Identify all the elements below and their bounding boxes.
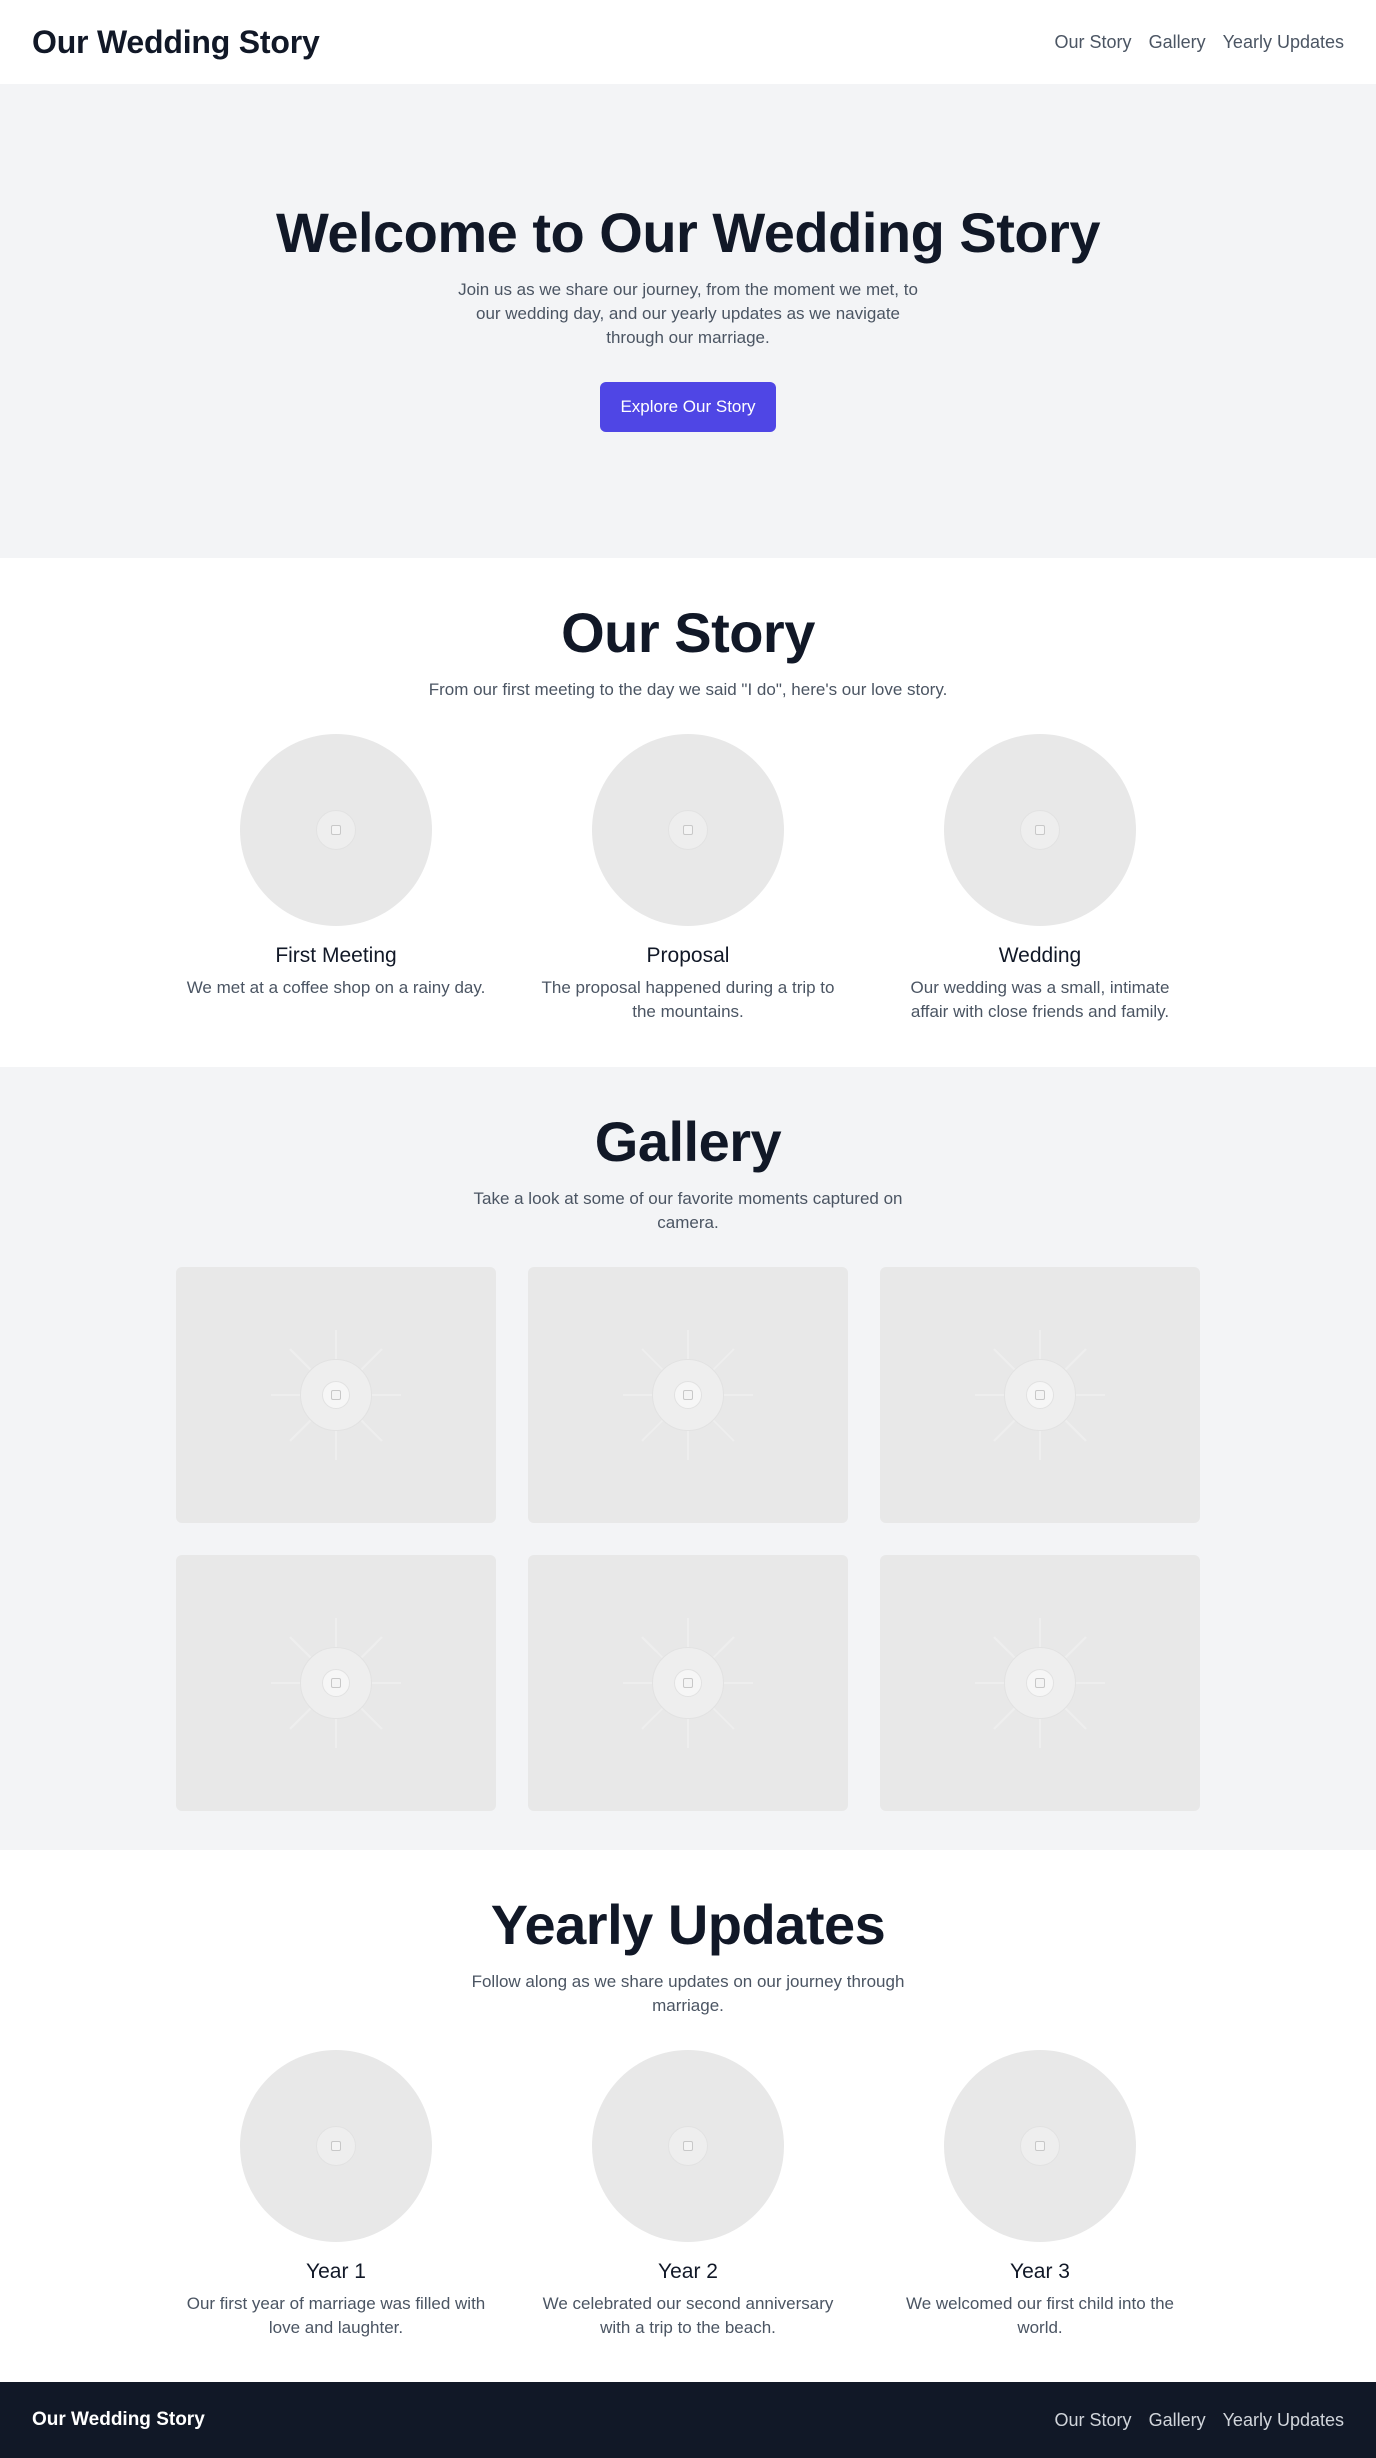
yearly-updates-lead: Follow along as we share updates on our …: [471, 1971, 905, 2015]
image-placeholder-icon: [683, 1389, 693, 1400]
footer-link-yearly-updates[interactable]: Yearly Updates: [1223, 2410, 1344, 2431]
gallery-photo[interactable]: [528, 1554, 848, 1811]
image-placeholder-icon: [331, 1677, 341, 1688]
gallery-photo[interactable]: [528, 1266, 848, 1523]
story-card-title: First Meeting: [275, 943, 397, 967]
explore-story-button[interactable]: Explore Our Story: [600, 381, 776, 432]
nav-link-yearly-updates[interactable]: Yearly Updates: [1223, 32, 1344, 53]
hero-section: Welcome to Our Wedding Story Join us as …: [0, 84, 1376, 558]
gallery-section: Gallery Take a look at some of our favor…: [0, 1067, 1376, 1850]
yearly-updates-section: Yearly Updates Follow along as we share …: [0, 1850, 1376, 2382]
our-story-section: Our Story From our first meeting to the …: [0, 558, 1376, 1067]
image-placeholder-icon: [1035, 1677, 1045, 1688]
story-card-title: Wedding: [998, 943, 1082, 967]
gallery-title: Gallery: [594, 1110, 782, 1173]
update-cards: Year 1 Our first year of marriage was fi…: [0, 2049, 1376, 2340]
update-card-year-1: Year 1 Our first year of marriage was fi…: [186, 2049, 486, 2340]
update-card-text: We celebrated our second anniversary wit…: [542, 2293, 834, 2337]
story-card-text: We met at a coffee shop on a rainy day.: [186, 977, 486, 997]
gallery-lead: Take a look at some of our favorite mome…: [473, 1188, 903, 1232]
footer-link-gallery[interactable]: Gallery: [1149, 2410, 1206, 2431]
nav-link-our-story[interactable]: Our Story: [1055, 32, 1132, 53]
image-placeholder-icon: [1035, 1389, 1045, 1400]
image-placeholder-icon: [683, 824, 693, 835]
story-cards: First Meeting We met at a coffee shop on…: [0, 733, 1376, 1024]
image-placeholder-icon: [331, 1389, 341, 1400]
footer-link-our-story[interactable]: Our Story: [1055, 2410, 1132, 2431]
gallery-grid: [0, 1266, 1376, 1811]
story-card-wedding: Wedding Our wedding was a small, intimat…: [890, 733, 1190, 1024]
story-card-first-meeting: First Meeting We met at a coffee shop on…: [186, 733, 486, 1024]
image-placeholder-icon: [331, 824, 341, 835]
nav-link-gallery[interactable]: Gallery: [1149, 32, 1206, 53]
update-card-title: Year 3: [1010, 2259, 1070, 2283]
hero-subtitle: Join us as we share our journey, from th…: [458, 279, 918, 347]
update-card-year-2: Year 2 We celebrated our second annivers…: [538, 2049, 838, 2340]
gallery-photo[interactable]: [176, 1266, 496, 1523]
yearly-updates-title: Yearly Updates: [490, 1893, 886, 1956]
site-footer: Our Wedding Story Our Story Gallery Year…: [0, 2382, 1376, 2458]
update-image: [944, 2049, 1136, 2242]
our-story-title: Our Story: [561, 601, 815, 664]
image-placeholder-icon: [683, 1677, 693, 1688]
site-header: Our Wedding Story Our Story Gallery Year…: [0, 0, 1376, 84]
site-title[interactable]: Our Wedding Story: [32, 24, 320, 61]
gallery-photo[interactable]: [880, 1266, 1200, 1523]
story-card-text: Our wedding was a small, intimate affair…: [910, 977, 1170, 1021]
image-placeholder-icon: [1035, 824, 1045, 835]
story-card-proposal: Proposal The proposal happened during a …: [538, 733, 838, 1024]
update-image: [240, 2049, 432, 2242]
story-image: [592, 733, 784, 926]
update-card-title: Year 1: [306, 2259, 366, 2283]
our-story-lead: From our first meeting to the day we sai…: [428, 679, 948, 699]
hero-title: Welcome to Our Wedding Story: [275, 201, 1101, 264]
gallery-photo[interactable]: [880, 1554, 1200, 1811]
update-card-text: We welcomed our first child into the wor…: [905, 2293, 1175, 2337]
footer-brand: Our Wedding Story: [32, 2409, 205, 2430]
gallery-photo[interactable]: [176, 1554, 496, 1811]
update-card-title: Year 2: [658, 2259, 718, 2283]
main-nav: Our Story Gallery Yearly Updates: [1055, 32, 1344, 53]
update-card-year-3: Year 3 We welcomed our first child into …: [890, 2049, 1190, 2340]
story-image: [944, 733, 1136, 926]
story-image: [240, 733, 432, 926]
update-card-text: Our first year of marriage was filled wi…: [186, 2293, 486, 2337]
story-card-title: Proposal: [646, 943, 730, 967]
footer-nav: Our Story Gallery Yearly Updates: [1055, 2410, 1344, 2431]
image-placeholder-icon: [1035, 2140, 1045, 2151]
update-image: [592, 2049, 784, 2242]
story-card-text: The proposal happened during a trip to t…: [541, 977, 835, 1021]
image-placeholder-icon: [683, 2140, 693, 2151]
image-placeholder-icon: [331, 2140, 341, 2151]
